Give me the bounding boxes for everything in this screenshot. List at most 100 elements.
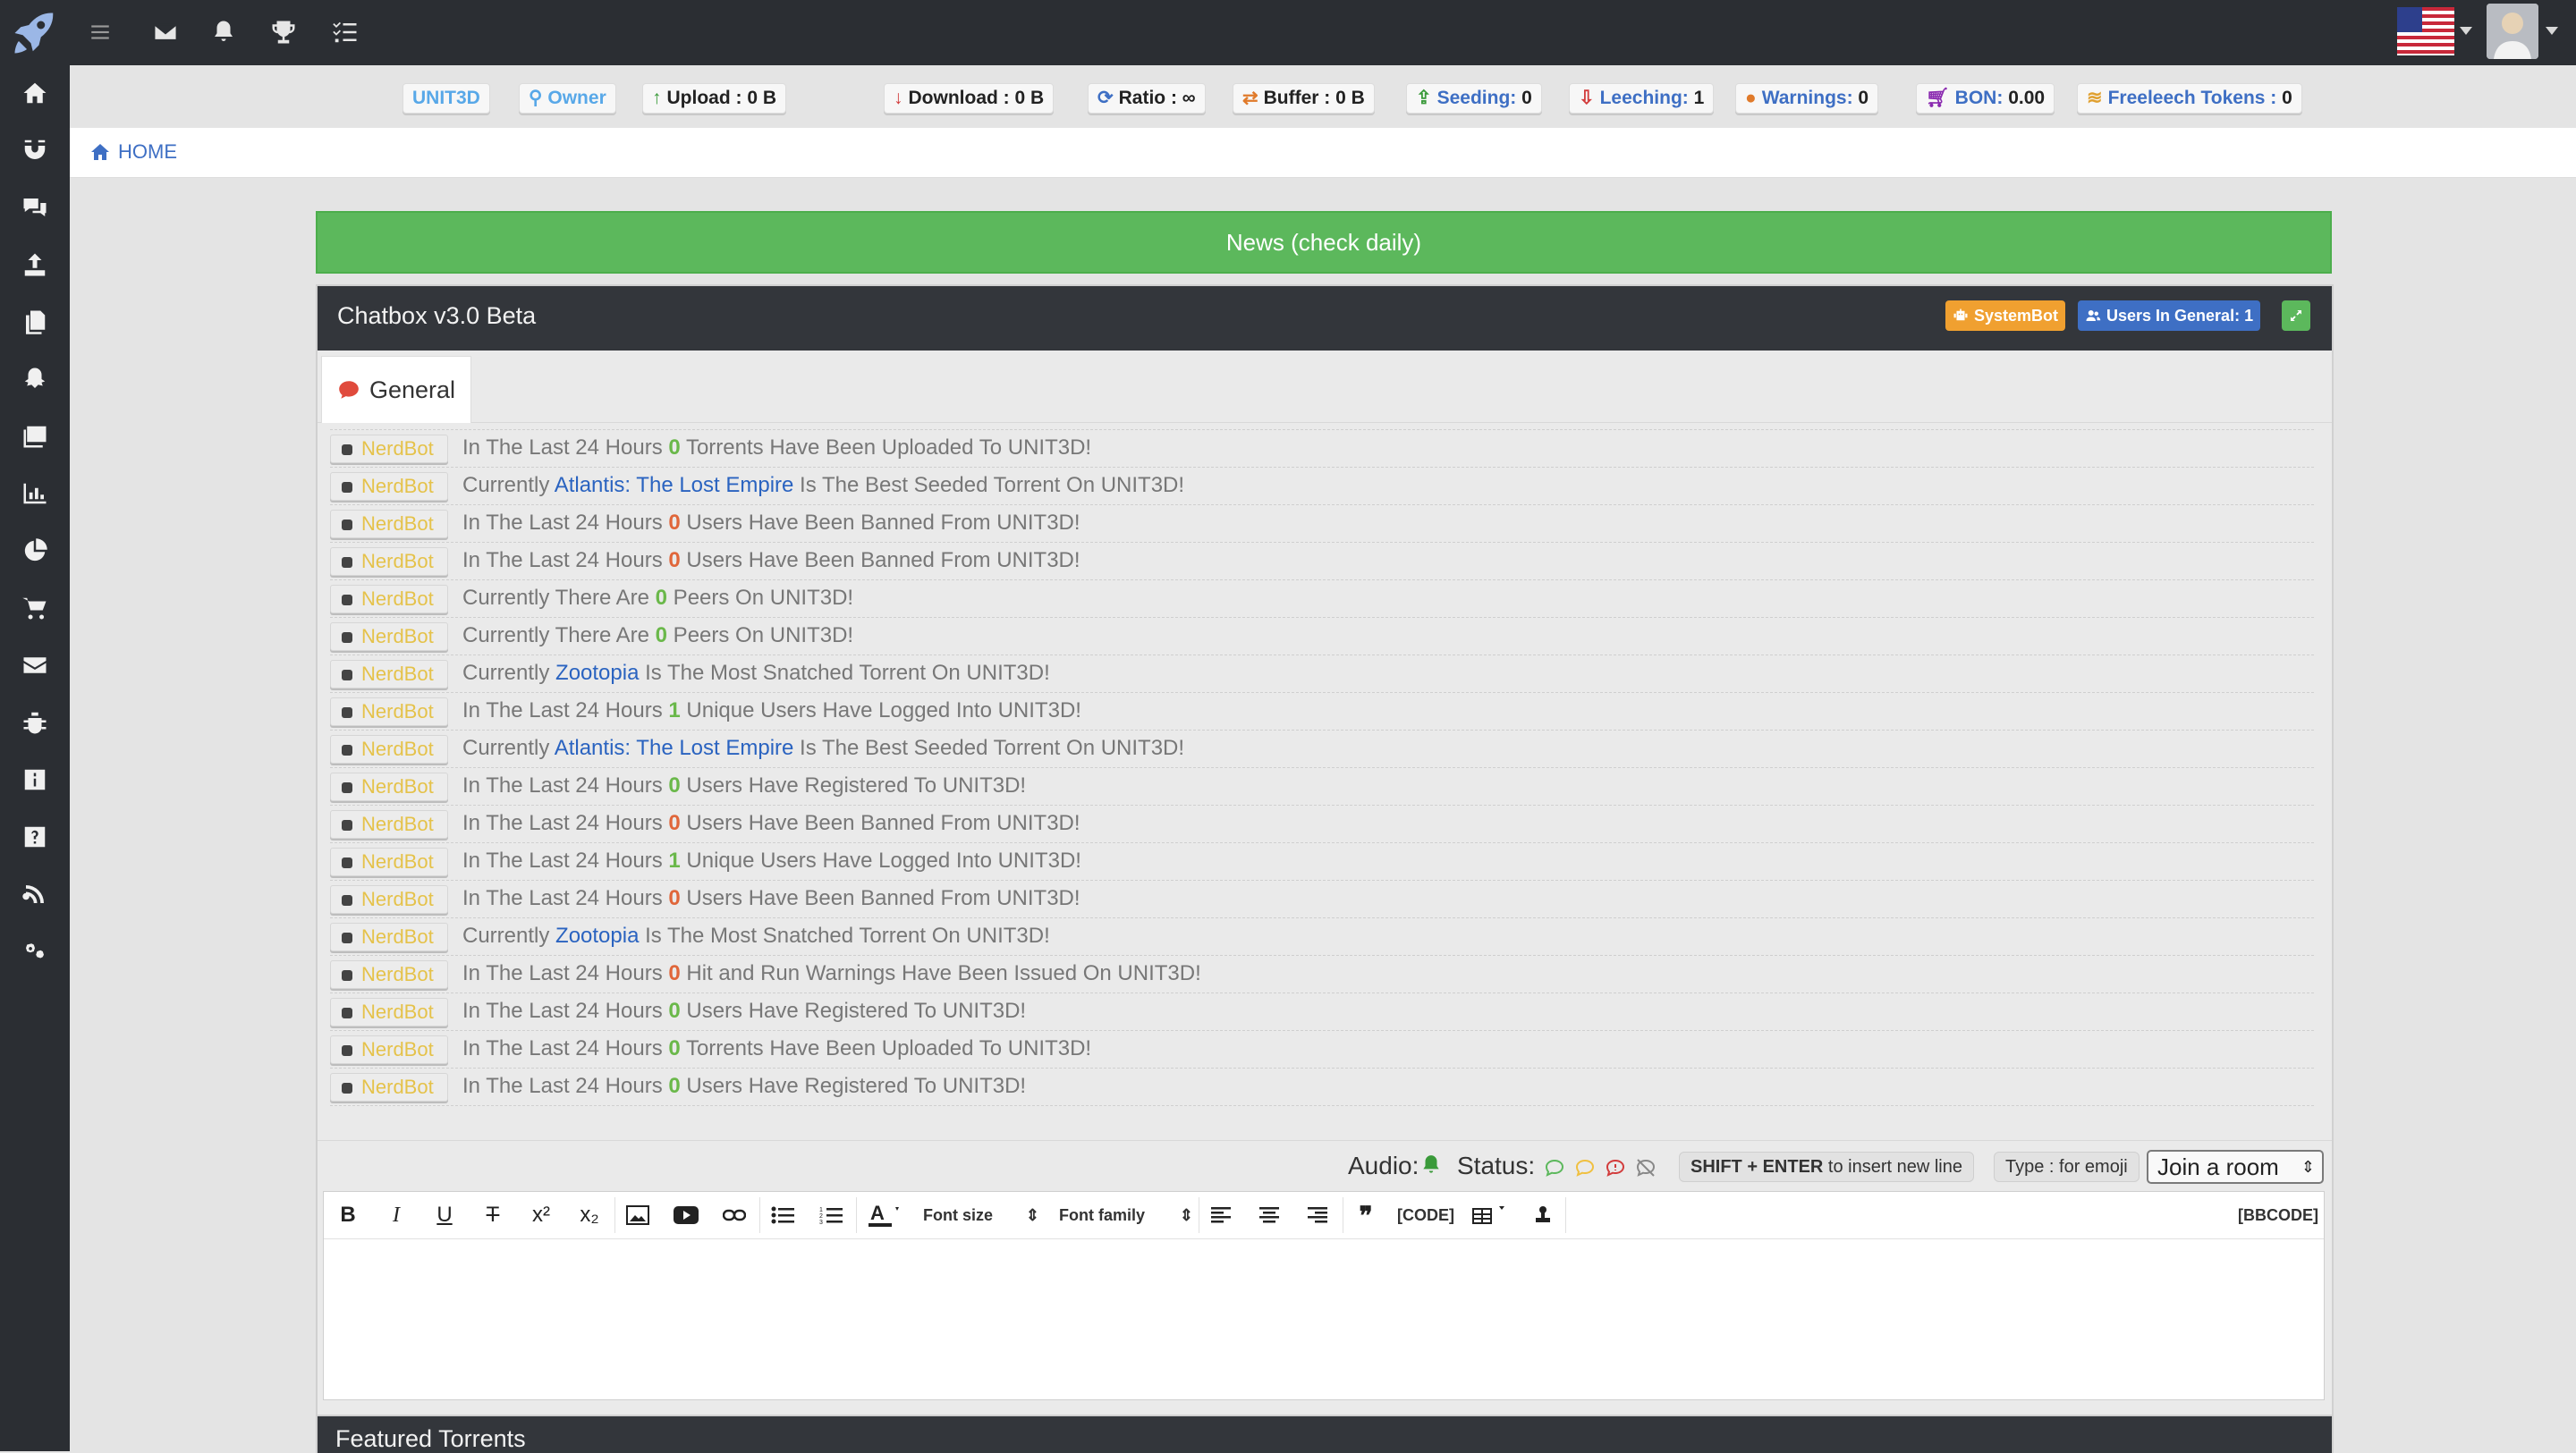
torrent-link[interactable]: Atlantis: The Lost Empire: [555, 736, 794, 760]
site-name-badge[interactable]: UNIT3D: [402, 83, 490, 114]
chevron-down-icon[interactable]: [2546, 27, 2558, 35]
robot-icon: [342, 782, 352, 793]
bot-username-badge[interactable]: NerdBot: [330, 660, 448, 688]
bot-username-badge[interactable]: NerdBot: [330, 1073, 448, 1102]
subscript-button[interactable]: x₂: [574, 1199, 605, 1231]
bullet-list-icon[interactable]: [767, 1199, 798, 1231]
message-text: In The Last 24 Hours 1 Unique Users Have…: [462, 849, 1081, 873]
tab-general[interactable]: General: [321, 356, 471, 423]
bot-username-badge[interactable]: NerdBot: [330, 773, 448, 801]
question-icon[interactable]: [0, 811, 70, 863]
snapchat-ghost-icon[interactable]: [0, 353, 70, 405]
bell-icon[interactable]: [206, 14, 242, 50]
bot-username-badge[interactable]: NerdBot: [330, 510, 448, 538]
emoji-hint: Type : for emoji: [1994, 1152, 2140, 1182]
message-input[interactable]: [324, 1239, 2324, 1398]
envelope-icon[interactable]: [148, 14, 183, 50]
table-icon[interactable]: [1469, 1199, 1515, 1231]
room-select[interactable]: Join a room ⇕: [2147, 1150, 2324, 1184]
bell-icon[interactable]: [1419, 1153, 1443, 1177]
bot-username-badge[interactable]: NerdBot: [330, 998, 448, 1026]
underline-button[interactable]: U: [429, 1199, 460, 1231]
svg-text:A: A: [870, 1202, 885, 1224]
font-family-select[interactable]: Font family ⇕: [1059, 1199, 1193, 1231]
status-online-icon[interactable]: [1543, 1157, 1566, 1178]
bug-icon[interactable]: [0, 697, 70, 748]
rocket-logo-icon[interactable]: [5, 5, 64, 61]
bot-username-badge[interactable]: NerdBot: [330, 848, 448, 876]
bbcode-toggle-button[interactable]: [BBCODE]: [2229, 1199, 2318, 1231]
leeching-stat[interactable]: ⇩ Leeching: 1: [1569, 83, 1715, 114]
stamp-icon[interactable]: [1528, 1199, 1558, 1231]
status-away-icon[interactable]: [1573, 1157, 1597, 1178]
seeding-stat[interactable]: ⇪ Seeding: 0: [1406, 83, 1542, 114]
bar-chart-icon[interactable]: [0, 468, 70, 520]
link-icon[interactable]: [719, 1199, 750, 1231]
align-center-icon[interactable]: [1254, 1199, 1284, 1231]
image-icon[interactable]: [623, 1199, 653, 1231]
bot-username-badge[interactable]: NerdBot: [330, 547, 448, 576]
quote-icon[interactable]: ❞: [1351, 1199, 1381, 1231]
rss-icon[interactable]: [0, 868, 70, 920]
download-icon: ⇩: [1579, 88, 1595, 108]
expand-icon[interactable]: [2282, 300, 2310, 331]
bot-username-badge[interactable]: NerdBot: [330, 735, 448, 764]
avatar[interactable]: [2487, 4, 2538, 59]
bot-username-badge[interactable]: NerdBot: [330, 960, 448, 989]
comments-icon[interactable]: [0, 182, 70, 233]
bot-username-badge[interactable]: NerdBot: [330, 810, 448, 839]
bot-name: NerdBot: [361, 475, 434, 497]
bot-username-badge[interactable]: NerdBot: [330, 435, 448, 463]
trophy-icon[interactable]: [266, 14, 301, 50]
torrent-link[interactable]: Zootopia: [555, 661, 639, 685]
cogs-icon[interactable]: [0, 925, 70, 977]
images-icon[interactable]: [0, 410, 70, 462]
numbered-list-icon[interactable]: 123: [816, 1199, 846, 1231]
align-right-icon[interactable]: [1302, 1199, 1333, 1231]
group-badge[interactable]: ⚲ Owner: [519, 83, 616, 114]
home-icon[interactable]: [0, 67, 70, 119]
bot-username-badge[interactable]: NerdBot: [330, 585, 448, 613]
strikethrough-button[interactable]: T: [478, 1199, 508, 1231]
warnings-stat[interactable]: ● Warnings: 0: [1735, 83, 1879, 114]
bot-username-badge[interactable]: NerdBot: [330, 1035, 448, 1064]
status-busy-icon[interactable]: [1604, 1157, 1627, 1178]
us-flag-icon[interactable]: [2397, 4, 2454, 59]
bon-stat[interactable]: 🛒︎ BON: 0.00: [1916, 83, 2055, 114]
news-banner[interactable]: News (check daily): [316, 211, 2332, 274]
bot-username-badge[interactable]: NerdBot: [330, 622, 448, 651]
info-icon[interactable]: [0, 754, 70, 806]
coins-icon: ≋: [2087, 88, 2103, 108]
italic-button[interactable]: I: [381, 1199, 411, 1231]
code-button[interactable]: [CODE]: [1390, 1199, 1462, 1231]
upload-icon[interactable]: [0, 239, 70, 291]
bot-name: NerdBot: [361, 512, 434, 535]
tasks-icon[interactable]: [327, 14, 363, 50]
magnet-icon[interactable]: [0, 124, 70, 176]
font-size-select[interactable]: Font size ⇕: [923, 1199, 1039, 1231]
youtube-icon[interactable]: [671, 1199, 701, 1231]
superscript-button[interactable]: x²: [526, 1199, 556, 1231]
users-in-general-button[interactable]: Users In General: 1: [2078, 300, 2261, 331]
bot-username-badge[interactable]: NerdBot: [330, 923, 448, 951]
font-color-icon[interactable]: A: [864, 1199, 909, 1231]
freeleech-tokens-stat[interactable]: ≋ Freeleech Tokens : 0: [2077, 83, 2302, 114]
files-icon[interactable]: [0, 296, 70, 348]
systembot-button[interactable]: SystemBot: [1945, 300, 2066, 331]
pie-chart-icon[interactable]: [0, 525, 70, 577]
envelope-icon[interactable]: [0, 639, 70, 691]
cart-icon[interactable]: [0, 582, 70, 634]
chat-message: NerdBot In The Last 24 Hours 1 Unique Use…: [330, 692, 2314, 731]
torrent-link[interactable]: Zootopia: [555, 924, 639, 948]
torrent-link[interactable]: Atlantis: The Lost Empire: [555, 473, 794, 497]
chat-message: NerdBot Currently There Are 0 Peers On UN…: [330, 579, 2314, 618]
status-offline-icon[interactable]: [1634, 1157, 1657, 1178]
bot-username-badge[interactable]: NerdBot: [330, 885, 448, 914]
menu-icon[interactable]: [82, 14, 118, 50]
align-left-icon[interactable]: [1206, 1199, 1236, 1231]
breadcrumb-home-link[interactable]: HOME: [89, 140, 177, 164]
bold-button[interactable]: B: [333, 1199, 363, 1231]
bot-username-badge[interactable]: NerdBot: [330, 472, 448, 501]
chevron-down-icon[interactable]: [2460, 27, 2472, 35]
bot-username-badge[interactable]: NerdBot: [330, 697, 448, 726]
